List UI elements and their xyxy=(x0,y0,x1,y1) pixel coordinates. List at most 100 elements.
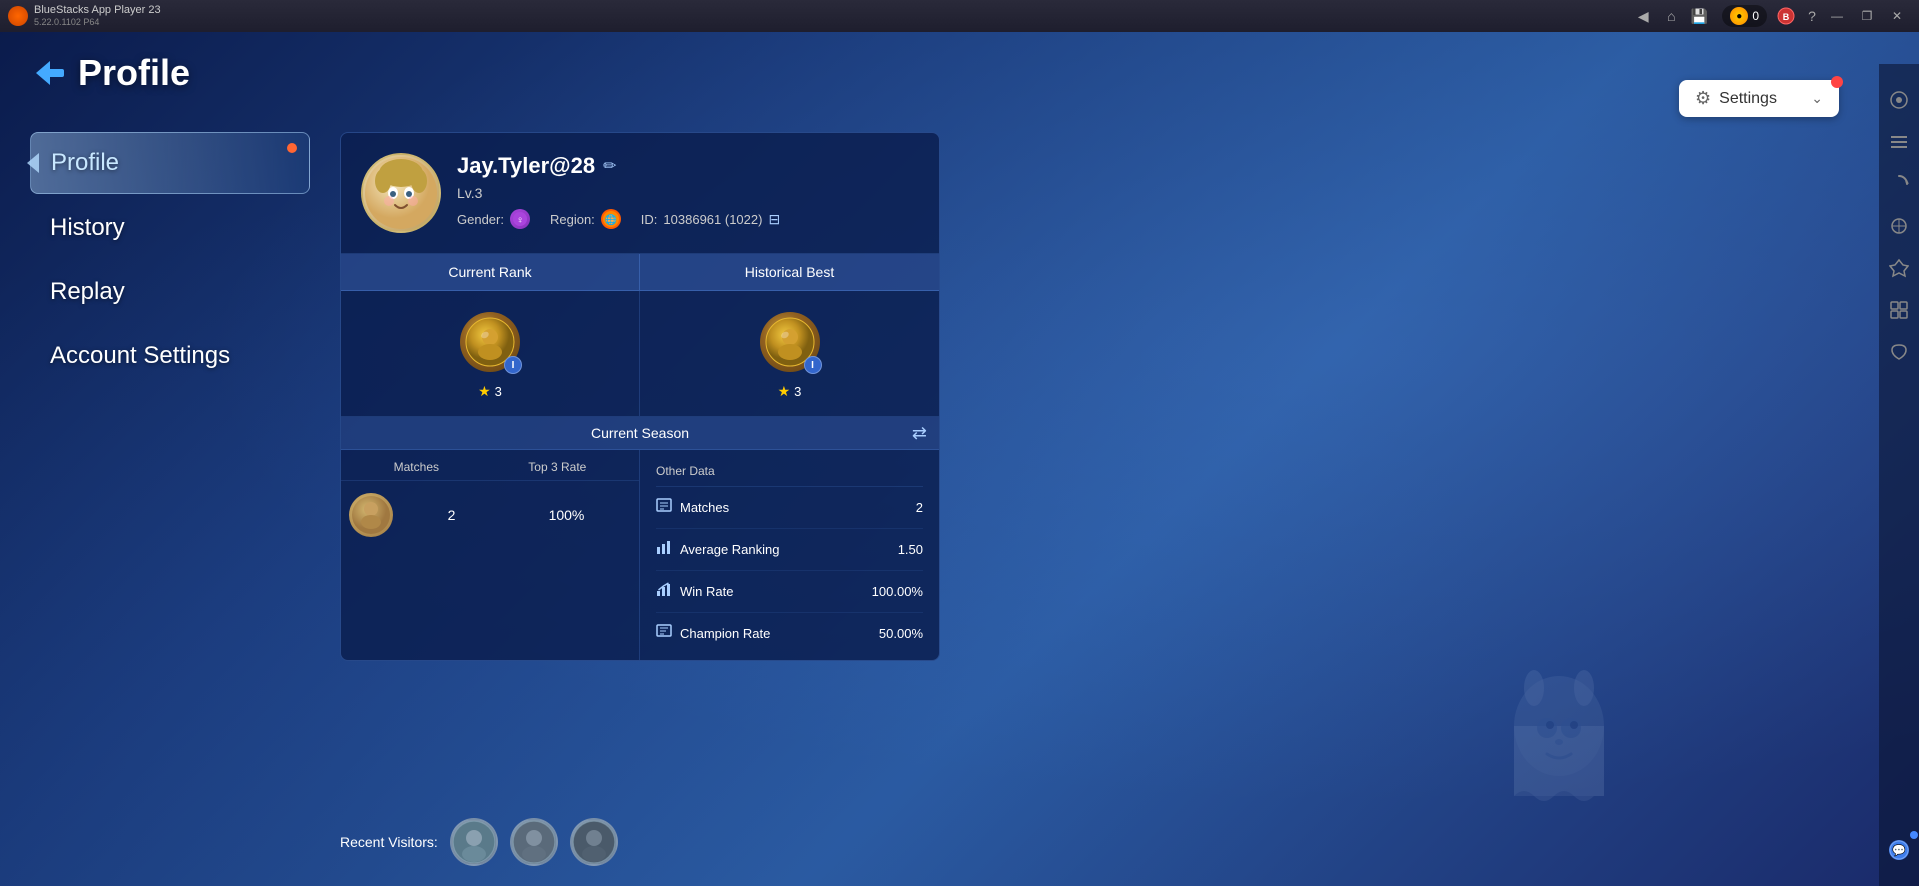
coins-display: ● 0 xyxy=(1722,5,1767,27)
right-sidebar-icon-1[interactable] xyxy=(1883,84,1915,116)
app-logo xyxy=(8,6,28,26)
visitor-2-avatar[interactable] xyxy=(510,818,558,866)
svg-text:♀: ♀ xyxy=(516,215,524,226)
historical-best-cell: I ★ 3 xyxy=(640,291,939,416)
titlebar: BlueStacks App Player 23 5.22.0.1102 P64… xyxy=(0,0,1919,32)
help-icon[interactable]: ? xyxy=(1801,5,1823,27)
visitor-3-avatar[interactable] xyxy=(570,818,618,866)
id-label: ID: xyxy=(641,212,658,227)
chat-notification-dot xyxy=(1910,831,1918,839)
close-button[interactable]: ✕ xyxy=(1883,2,1911,30)
right-sidebar-icon-3[interactable] xyxy=(1883,168,1915,200)
avg-ranking-value: 1.50 xyxy=(898,542,923,557)
data-row-win-rate: Win Rate 100.00% xyxy=(656,571,923,613)
matches-data-label: Matches xyxy=(680,500,729,515)
settings-gear-icon: ⚙ xyxy=(1695,88,1711,109)
data-row-avg-ranking: Average Ranking 1.50 xyxy=(656,529,923,571)
historical-best-header: Historical Best xyxy=(640,254,939,290)
top3-col-header: Top 3 Rate xyxy=(528,460,586,474)
profile-header: Jay.Tyler@28 ✏ Lv.3 Gender: ♀ xyxy=(341,133,939,254)
copy-id-icon[interactable]: ⊟ xyxy=(768,211,780,228)
gender-field: Gender: ♀ xyxy=(457,209,530,229)
current-rank-cell: I ★ 3 xyxy=(341,291,640,416)
gender-icon: ♀ xyxy=(510,209,530,229)
region-field: Region: 🌐 xyxy=(550,209,621,229)
visitor-1-avatar[interactable] xyxy=(450,818,498,866)
settings-button[interactable]: ⚙ Settings ⌄ xyxy=(1679,80,1839,117)
restore-button[interactable]: ❐ xyxy=(1853,2,1881,30)
stats-left: Matches Top 3 Rate xyxy=(341,450,640,660)
bluestacks-icon[interactable]: B xyxy=(1775,5,1797,27)
current-rank-header: Current Rank xyxy=(341,254,640,290)
historical-rank-star-icon: ★ xyxy=(778,383,791,400)
win-rate-icon xyxy=(656,581,672,602)
rank-display: I ★ 3 xyxy=(341,291,939,417)
sidebar-notification-dot xyxy=(287,143,297,153)
current-rank-stars: ★ 3 xyxy=(478,383,502,400)
win-rate-label: Win Rate xyxy=(680,584,733,599)
season-toggle-icon[interactable]: ⇄ xyxy=(912,423,927,444)
stats-data-row: 2 100% xyxy=(341,481,639,549)
back-nav-icon[interactable]: ◀ xyxy=(1632,5,1654,27)
profile-username: Jay.Tyler@28 xyxy=(457,153,595,179)
sidebar-item-profile[interactable]: Profile xyxy=(30,132,310,194)
id-field: ID: 10386961 (1022) ⊟ xyxy=(641,211,780,228)
recent-visitors-section: Recent Visitors: xyxy=(340,818,618,866)
edit-profile-icon[interactable]: ✏ xyxy=(603,156,616,176)
sidebar-history-label: History xyxy=(50,214,125,241)
matches-col-header: Matches xyxy=(394,460,439,474)
historical-rank-star-count: 3 xyxy=(794,384,801,399)
coin-icon: ● xyxy=(1730,7,1748,25)
right-sidebar-icon-5[interactable] xyxy=(1883,252,1915,284)
historical-rank-stars: ★ 3 xyxy=(778,383,802,400)
profile-name-row: Jay.Tyler@28 ✏ xyxy=(457,153,919,179)
profile-level: Lv.3 xyxy=(457,185,919,201)
season-title: Current Season xyxy=(591,425,689,441)
settings-notification-dot xyxy=(1831,76,1843,88)
other-data-section: Other Data Matches xyxy=(640,450,939,660)
historical-rank-icon: I xyxy=(760,312,820,372)
stats-grid: Matches Top 3 Rate xyxy=(341,450,939,660)
right-sidebar-icon-6[interactable] xyxy=(1883,294,1915,326)
matches-data-value: 2 xyxy=(916,500,923,515)
profile-meta: Gender: ♀ Region: xyxy=(457,209,919,229)
minimize-button[interactable]: — xyxy=(1823,2,1851,30)
save-nav-icon[interactable]: 💾 xyxy=(1688,5,1710,27)
current-rank-badge: I xyxy=(455,307,525,377)
current-rank-star-count: 3 xyxy=(495,384,502,399)
other-data-header: Other Data xyxy=(656,456,923,487)
sidebar-item-account-settings[interactable]: Account Settings xyxy=(30,326,310,386)
region-label: Region: xyxy=(550,212,595,227)
sidebar-profile-label: Profile xyxy=(51,149,119,176)
right-sidebar-icon-7[interactable] xyxy=(1883,336,1915,368)
stats-col-header: Matches Top 3 Rate xyxy=(341,450,639,481)
sidebar: Profile History Replay Account Settings xyxy=(30,132,310,390)
chat-button[interactable]: 💬 xyxy=(1883,834,1915,866)
back-button[interactable] xyxy=(30,57,66,89)
win-rate-value: 100.00% xyxy=(872,584,923,599)
profile-panel: Jay.Tyler@28 ✏ Lv.3 Gender: ♀ xyxy=(340,132,940,661)
app-title: BlueStacks App Player 23 5.22.0.1102 P64 xyxy=(34,4,1632,28)
home-nav-icon[interactable]: ⌂ xyxy=(1660,5,1682,27)
right-sidebar-icon-4[interactable] xyxy=(1883,210,1915,242)
avg-ranking-icon xyxy=(656,539,672,560)
other-data-title: Other Data xyxy=(656,464,715,478)
page-title: Profile xyxy=(78,52,190,94)
sidebar-item-history[interactable]: History xyxy=(30,198,310,258)
stats-values: 2 100% xyxy=(401,507,631,523)
settings-label: Settings xyxy=(1719,90,1803,108)
matches-value: 2 xyxy=(448,507,456,523)
avatar xyxy=(361,153,441,233)
data-row-matches: Matches 2 xyxy=(656,487,923,529)
avg-ranking-label: Average Ranking xyxy=(680,542,780,557)
svg-text:🌐: 🌐 xyxy=(605,213,617,226)
season-header: Current Season ⇄ xyxy=(341,417,939,450)
main-content: Profile ⚙ Settings ⌄ Profile History Rep… xyxy=(0,32,1919,886)
sidebar-item-replay[interactable]: Replay xyxy=(30,262,310,322)
right-sidebar-icon-2[interactable] xyxy=(1883,126,1915,158)
matches-data-icon xyxy=(656,497,672,518)
coin-count: 0 xyxy=(1752,9,1759,23)
gender-label: Gender: xyxy=(457,212,504,227)
avatar-container xyxy=(361,153,441,233)
historical-rank-number-badge: I xyxy=(804,356,822,374)
